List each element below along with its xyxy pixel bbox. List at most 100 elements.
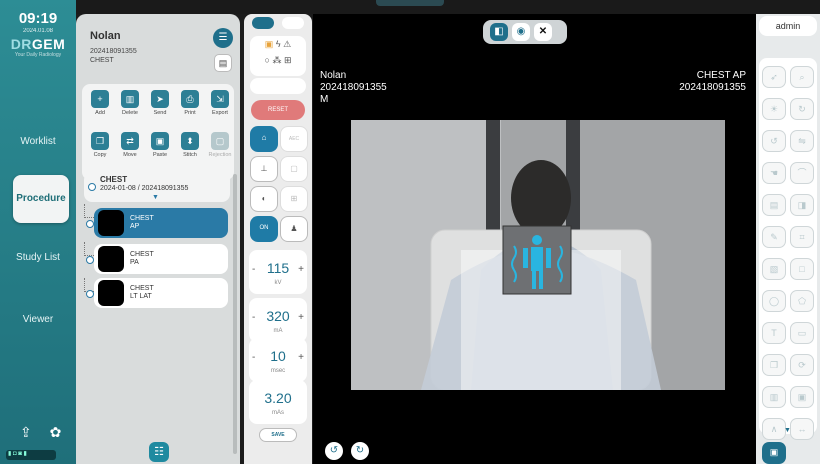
brightness-button[interactable]: ☀ (762, 98, 786, 120)
patient-size-button[interactable]: ♟ (280, 216, 308, 242)
nav-viewer[interactable]: Viewer (0, 314, 76, 325)
nav-procedure[interactable]: Procedure (13, 175, 69, 223)
series-item[interactable]: CHEST PA (94, 244, 228, 274)
copy-tool[interactable]: ❐ Copy (85, 132, 115, 158)
fullscreen-button[interactable]: ▣ (762, 442, 786, 464)
copy-icon: ❐ (769, 360, 779, 370)
aec-button[interactable]: AEC (280, 126, 308, 152)
capture-button[interactable]: ◉ (512, 23, 530, 41)
msec-control: - 10 + msec (249, 338, 307, 382)
series-item[interactable]: CHEST LT LAT (94, 278, 228, 308)
ellipse-button[interactable]: ◯ (762, 290, 786, 312)
patient-edit-button[interactable]: ▤ (214, 54, 232, 72)
nav-study-list[interactable]: Study List (0, 252, 76, 263)
detector-button[interactable]: ▢ (280, 156, 308, 182)
table-icon: ⌂ (261, 133, 267, 142)
on-button[interactable]: ON (250, 216, 278, 242)
arc-button[interactable]: ⌒ (790, 162, 814, 184)
image-button[interactable]: ▧ (762, 258, 786, 280)
upload-icon[interactable]: ⇪ (20, 424, 32, 440)
top-handle[interactable] (376, 0, 444, 6)
hand-button[interactable]: ☚ (762, 162, 786, 184)
send-tool[interactable]: ➤ Send (145, 90, 175, 116)
focus-button[interactable]: ◐ (250, 186, 278, 212)
menu-icon: ☰ (218, 32, 228, 43)
zoom-button[interactable]: ⌕ (790, 66, 814, 88)
series-item[interactable]: CHEST AP (94, 208, 228, 238)
chevron-down-icon[interactable]: ▼ (152, 194, 159, 201)
close-button[interactable]: ✕ (534, 23, 552, 41)
ma-control: - 320 + mA (249, 298, 307, 342)
marker-button[interactable]: ▤ (762, 194, 786, 216)
lr-button[interactable]: ◨ (790, 194, 814, 216)
print-tool[interactable]: ⎙ Print (175, 90, 205, 116)
rotate-right-button[interactable]: ↻ (351, 442, 369, 460)
rotate-ccw-icon: ↺ (770, 136, 778, 146)
user-badge[interactable]: admin (759, 16, 817, 36)
bucky-button[interactable]: ⊥ (250, 156, 278, 182)
ma-plus-button[interactable]: + (298, 312, 304, 323)
stitch-tool[interactable]: ⬍ Stitch (175, 132, 205, 158)
copy-label: Copy (93, 152, 107, 158)
study-header[interactable]: CHEST 2024-01-08 / 202418091355 ▼ (84, 172, 230, 202)
rejection-tool[interactable]: ▢ Rejection (205, 132, 235, 158)
reset-button[interactable]: RESET (251, 100, 305, 120)
move-tool[interactable]: ⇄ Move (115, 132, 145, 158)
rotate-right-icon: ↻ (355, 445, 365, 456)
table-position-button[interactable]: ⌂ (250, 126, 278, 152)
image-viewer[interactable]: ◧ ◉ ✕ Nolan 202418091355 M CHEST AP 2024… (313, 14, 756, 464)
reset-view-button[interactable]: ⟳ (790, 354, 814, 376)
add-tool[interactable]: + Add (85, 90, 115, 116)
study-radio[interactable] (88, 183, 96, 191)
flip-button[interactable]: ⇋ (790, 130, 814, 152)
rotate-button[interactable]: ↻ (790, 98, 814, 120)
series-radio[interactable] (86, 220, 94, 228)
window-icon: ▭ (797, 328, 807, 338)
export-tool[interactable]: ⇲ Export (205, 90, 235, 116)
window-button[interactable]: ▭ (790, 322, 814, 344)
chevron-down-icon[interactable]: ▼ (784, 427, 791, 434)
crop-button[interactable]: ⌗ (790, 226, 814, 248)
annotate-button[interactable]: ✎ (762, 226, 786, 248)
measure-button[interactable]: ↔ (790, 418, 814, 440)
series-radio[interactable] (86, 290, 94, 298)
paste-tool[interactable]: ▣ Paste (145, 132, 175, 158)
angle-icon: ∧ (770, 424, 778, 434)
drgem-logo: DRGEM (0, 36, 76, 52)
series-radio[interactable] (86, 256, 94, 264)
pointer-button[interactable]: ➶ (762, 66, 786, 88)
patient-panel: Nolan 202418091355 CHEST ☰ ▤ + Add ▥ Delet… (76, 14, 240, 464)
settings-icon[interactable]: ✿ (50, 424, 62, 440)
nav-worklist[interactable]: Worklist (0, 136, 76, 147)
tab-keyboard[interactable] (282, 17, 304, 29)
rotate-ccw-button[interactable]: ↺ (762, 130, 786, 152)
copy-image-button[interactable]: ❐ (762, 354, 786, 376)
rectangle-button[interactable]: □ (790, 258, 814, 280)
kv-control: - 115 + kV (249, 250, 307, 294)
tab-exposure[interactable] (252, 17, 274, 29)
trash-icon: ▥ (121, 90, 139, 108)
patient-body-part: CHEST (90, 57, 114, 64)
angle-button[interactable]: ∧ (762, 418, 786, 440)
text-button[interactable]: T (762, 322, 786, 344)
save-button[interactable]: SAVE (259, 428, 297, 442)
menu-button[interactable]: ☰ (213, 28, 233, 48)
save-image-button[interactable]: ▣ (790, 386, 814, 408)
msec-plus-button[interactable]: + (298, 352, 304, 363)
worklist-toggle-button[interactable]: ☷ (149, 442, 169, 462)
marker-icon: ▤ (769, 200, 779, 210)
send-label: Send (153, 110, 167, 116)
layout-button[interactable]: ◧ (490, 23, 508, 41)
kv-plus-button[interactable]: + (298, 264, 304, 275)
series-thumbnail (98, 280, 124, 306)
delete-image-button[interactable]: ▥ (762, 386, 786, 408)
panel-scrollbar[interactable] (233, 174, 237, 454)
export-label: Export (212, 110, 228, 116)
rotate-left-button[interactable]: ↺ (325, 442, 343, 460)
kv-unit: kV (274, 280, 282, 286)
grid-button[interactable]: ⊞ (280, 186, 308, 212)
delete-tool[interactable]: ▥ Delete (115, 90, 145, 116)
mas-value: 3.20 (264, 390, 292, 406)
polygon-button[interactable]: ⬠ (790, 290, 814, 312)
trash-icon: ▥ (769, 392, 779, 402)
